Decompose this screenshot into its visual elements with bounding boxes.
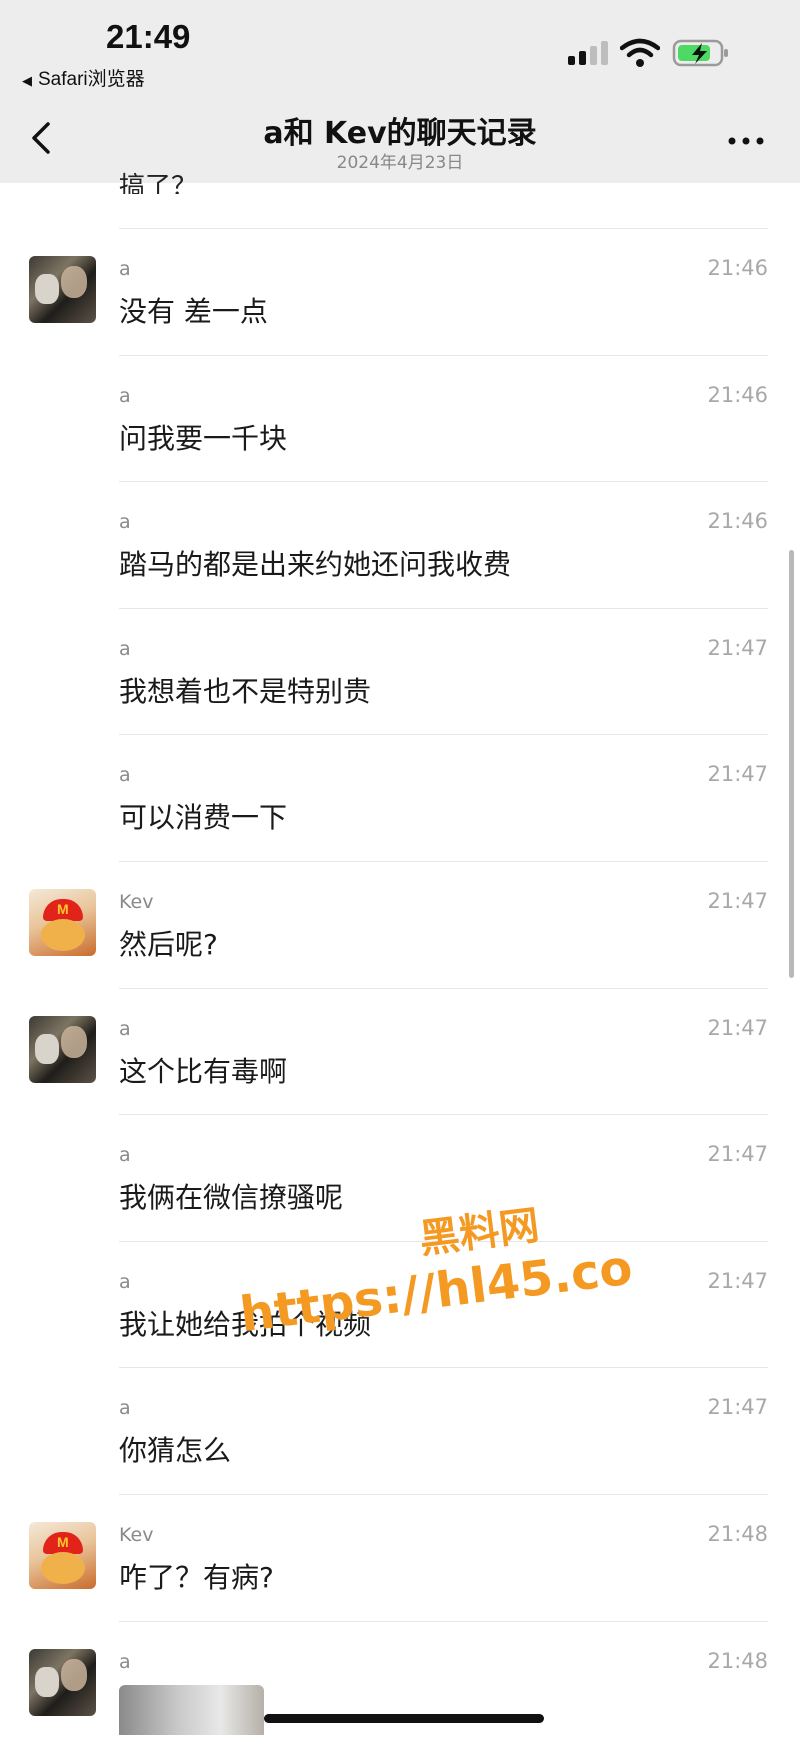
chat-message-row[interactable]: a 21:46 问我要一千块 (0, 354, 800, 482)
message-time: 21:47 (707, 1395, 768, 1420)
message-text: 你猜怎么 (119, 1434, 232, 1468)
row-divider (119, 861, 768, 862)
row-divider (119, 1494, 768, 1495)
avatar-a[interactable] (29, 1015, 96, 1083)
message-text: 踏马的都是出来约她还问我收费 (119, 548, 512, 582)
chat-message-row[interactable]: a 21:46 没有 差一点 (0, 228, 800, 355)
page-title: a和 Kev的聊天记录 (263, 116, 537, 151)
message-text: 咋了？有病? (119, 1561, 274, 1594)
avatar-kev[interactable]: M (29, 889, 96, 956)
message-text: 我俩在微信撩骚呢 (119, 1181, 344, 1215)
chat-message-row[interactable]: a 21:47 可以消费一下 (0, 734, 800, 861)
avatar-dog (35, 1666, 59, 1697)
avatar-logo: M (57, 901, 69, 917)
chat-message-row[interactable]: a 21:47 这个比有毒啊 (0, 987, 800, 1115)
message-time: 21:47 (707, 889, 768, 913)
avatar-dog (35, 274, 59, 304)
message-time: 21:47 (707, 1015, 768, 1040)
message-text: 没有 差一点 (119, 295, 268, 328)
message-text: 我让她给我拍个视频 (119, 1307, 372, 1341)
chat-message-row[interactable]: a 21:47 我俩在微信撩骚呢 (0, 1114, 800, 1241)
message-time: 21:48 (707, 1648, 768, 1673)
message-time: 21:46 (707, 256, 768, 280)
back-app-label: Safari浏览器 (38, 69, 145, 90)
message-time: 21:46 (707, 509, 768, 534)
home-indicator[interactable] (264, 1714, 544, 1723)
message-text: 问我要一千块 (119, 421, 288, 455)
image-message-thumbnail[interactable] (119, 1685, 264, 1735)
sender-name: a (119, 1397, 131, 1420)
chat-message-row[interactable]: a 21:47 我想着也不是特别贵 (0, 607, 800, 735)
avatar-face (61, 1658, 87, 1691)
sender-name: a (119, 637, 131, 660)
row-divider (119, 354, 768, 356)
avatar-face (61, 266, 87, 298)
sender-name: a (119, 1270, 131, 1293)
chat-message-row[interactable]: M Kev 21:47 然后呢? (0, 861, 800, 988)
avatar-body (41, 1552, 85, 1584)
avatar-dog (35, 1033, 59, 1064)
avatar-a[interactable] (29, 1648, 96, 1716)
avatar-logo: M (57, 1534, 69, 1550)
message-time: 21:47 (707, 635, 768, 660)
sender-name: a (119, 511, 131, 534)
row-divider (119, 1367, 768, 1369)
sender-name: Kev (119, 1524, 154, 1546)
sender-name: Kev (119, 891, 154, 913)
message-text: 我想着也不是特别贵 (119, 674, 372, 708)
row-divider (119, 1114, 768, 1116)
avatar-body (41, 919, 85, 951)
chat-message-row[interactable]: a 21:47 你猜怎么 (0, 1367, 800, 1494)
message-time: 21:46 (707, 382, 768, 407)
back-to-app-link[interactable]: ◀ Safari浏览器 (22, 64, 145, 91)
sender-name: a (119, 1017, 131, 1040)
status-time: 21:49 (106, 18, 191, 55)
chat-message-row[interactable]: a 21:46 踏马的都是出来约她还问我收费 (0, 481, 800, 608)
message-time: 21:48 (707, 1522, 768, 1546)
row-divider (119, 987, 768, 989)
row-divider (119, 1240, 768, 1242)
cellular-signal-icon (568, 41, 608, 65)
message-time: 21:47 (707, 762, 768, 787)
sender-name: a (119, 384, 131, 407)
avatar-a[interactable] (29, 256, 96, 323)
message-text: 然后呢? (119, 928, 218, 961)
wifi-icon (620, 38, 660, 67)
avatar-kev[interactable]: M (29, 1522, 96, 1589)
row-divider (119, 481, 768, 483)
message-time: 21:47 (707, 1268, 768, 1293)
row-divider (119, 228, 768, 229)
message-text: 可以消费一下 (119, 801, 288, 835)
back-triangle-icon: ◀ (22, 73, 32, 88)
chat-message-row[interactable]: M Kev 21:48 咋了？有病? (0, 1494, 800, 1621)
scrollbar[interactable] (789, 550, 794, 978)
sender-name: a (119, 1144, 131, 1167)
sender-name: a (119, 1650, 131, 1673)
battery-charging-icon (672, 39, 728, 67)
avatar-face (61, 1025, 87, 1058)
row-divider (119, 734, 768, 736)
sender-name: a (119, 764, 131, 787)
message-text: 这个比有毒啊 (119, 1054, 288, 1088)
more-options-icon[interactable] (726, 126, 766, 156)
row-divider (119, 1620, 768, 1622)
message-time: 21:47 (707, 1142, 768, 1167)
sender-name: a (119, 258, 131, 280)
chat-message-row[interactable]: a 21:47 我让她给我拍个视频 (0, 1240, 800, 1368)
row-divider (119, 607, 768, 609)
partial-previous-message: 搞了？ (119, 172, 198, 194)
